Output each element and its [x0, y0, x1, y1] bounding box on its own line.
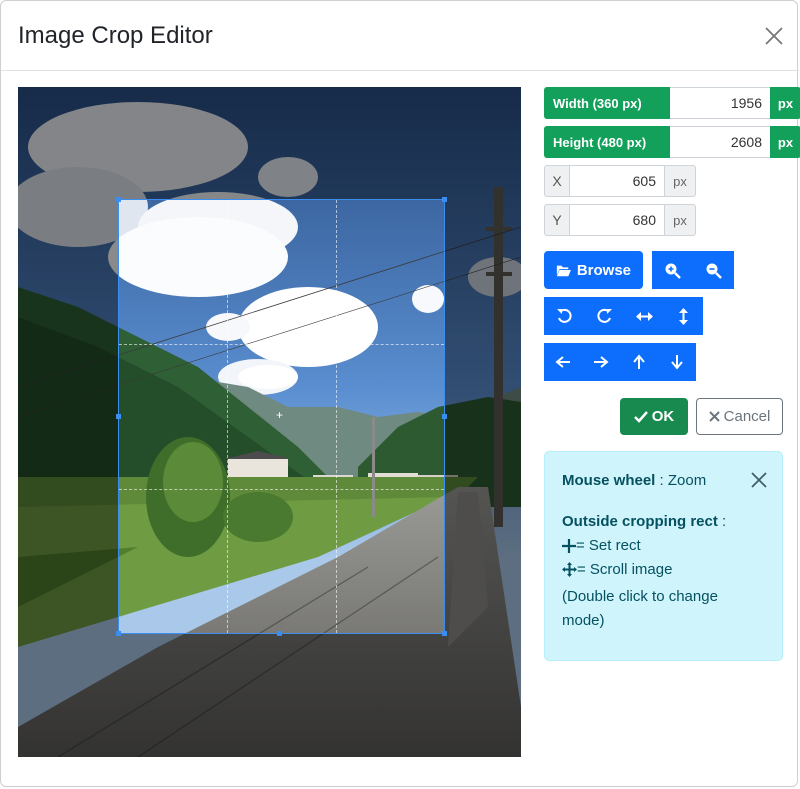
zoom-group [652, 251, 734, 289]
y-label: Y [544, 204, 570, 236]
height-field: Height (480 px) px [544, 126, 800, 158]
scroll-image-text: = Scroll image [577, 561, 673, 578]
center-crosshair-icon: + [276, 408, 284, 422]
crop-handle-bottom[interactable] [277, 631, 282, 636]
rotate-left-icon [556, 308, 572, 323]
transform-group [544, 297, 703, 335]
rotate-right-icon [596, 308, 612, 323]
width-input[interactable] [670, 87, 770, 119]
y-unit: px [664, 204, 696, 236]
crop-handle-bottom-right[interactable] [442, 631, 447, 636]
width-label: Width (360 px) [544, 87, 670, 119]
toolbar-row-1: Browse [544, 251, 734, 289]
x-input[interactable] [570, 165, 664, 197]
height-label: Height (480 px) [544, 126, 670, 158]
scroll-image-help: = Scroll image [562, 561, 672, 578]
grid-guide [119, 489, 444, 490]
rotate-right-button[interactable] [584, 297, 624, 335]
crop-handle-right[interactable] [442, 414, 447, 419]
x-label: X [544, 165, 570, 197]
width-field: Width (360 px) px [544, 87, 800, 119]
ok-button[interactable]: OK [620, 398, 688, 435]
dialog-header: Image Crop Editor [1, 1, 799, 71]
crop-handle-left[interactable] [116, 414, 121, 419]
check-icon [633, 410, 648, 423]
outside-title: Outside cropping rect [562, 513, 718, 530]
zoom-in-button[interactable] [652, 251, 693, 289]
zoom-out-icon [706, 263, 722, 279]
crop-dialog: Image Crop Editor + Width (360 px) px [0, 0, 800, 787]
move-up-button[interactable] [620, 343, 658, 381]
outside-help-title: Outside cropping rect : [562, 513, 726, 530]
width-unit: px [770, 87, 800, 119]
close-icon[interactable] [763, 25, 785, 47]
x-field: X px [544, 165, 696, 197]
grid-guide [119, 344, 444, 345]
cancel-button[interactable]: Cancel [696, 398, 783, 435]
flip-vertical-icon [679, 307, 688, 325]
zoom-in-icon [665, 263, 681, 279]
x-icon [708, 411, 720, 422]
browse-label: Browse [576, 261, 631, 279]
wheel-help: Mouse wheel : Zoom [562, 472, 706, 489]
image-canvas[interactable]: + [18, 87, 521, 757]
browse-button[interactable]: Browse [544, 251, 643, 289]
grid-guide [336, 200, 337, 633]
move-down-button[interactable] [658, 343, 696, 381]
toolbar-row-3 [544, 343, 696, 381]
y-input[interactable] [570, 204, 664, 236]
dialog-title: Image Crop Editor [18, 22, 213, 49]
toolbar-row-2 [544, 297, 703, 335]
move-right-button[interactable] [582, 343, 620, 381]
folder-open-icon [556, 265, 571, 276]
flip-horizontal-icon [635, 311, 653, 321]
crop-handle-top-right[interactable] [442, 197, 447, 202]
crop-handle-bottom-left[interactable] [116, 631, 121, 636]
x-unit: px [664, 165, 696, 197]
outside-colon: : [717, 513, 727, 530]
rotate-left-button[interactable] [544, 297, 584, 335]
zoom-out-button[interactable] [693, 251, 734, 289]
help-alert: Mouse wheel : Zoom Outside cropping rect… [544, 451, 783, 661]
cancel-label: Cancel [723, 408, 771, 425]
cropping-rect[interactable]: + [118, 199, 445, 634]
move-left-button[interactable] [544, 343, 582, 381]
move-icon [562, 562, 577, 577]
double-click-help: (Double click to change mode) [562, 588, 718, 629]
arrow-down-icon [671, 355, 683, 370]
height-input[interactable] [670, 126, 770, 158]
flip-vertical-button[interactable] [664, 297, 703, 335]
ok-label: OK [651, 408, 675, 425]
flip-horizontal-button[interactable] [624, 297, 664, 335]
height-unit: px [770, 126, 800, 158]
y-field: Y px [544, 204, 696, 236]
wheel-label: Mouse wheel [562, 472, 656, 489]
grid-guide [227, 200, 228, 633]
crosshair-icon [562, 538, 576, 553]
wheel-value: : Zoom [655, 472, 707, 489]
arrow-right-icon [594, 356, 609, 368]
set-rect-help: = Set rect [562, 537, 641, 554]
set-rect-text: = Set rect [576, 537, 641, 554]
arrow-left-icon [555, 356, 570, 368]
crop-handle-top-left[interactable] [116, 197, 121, 202]
arrow-up-icon [633, 354, 645, 369]
move-group [544, 343, 696, 381]
close-icon[interactable] [750, 471, 768, 489]
